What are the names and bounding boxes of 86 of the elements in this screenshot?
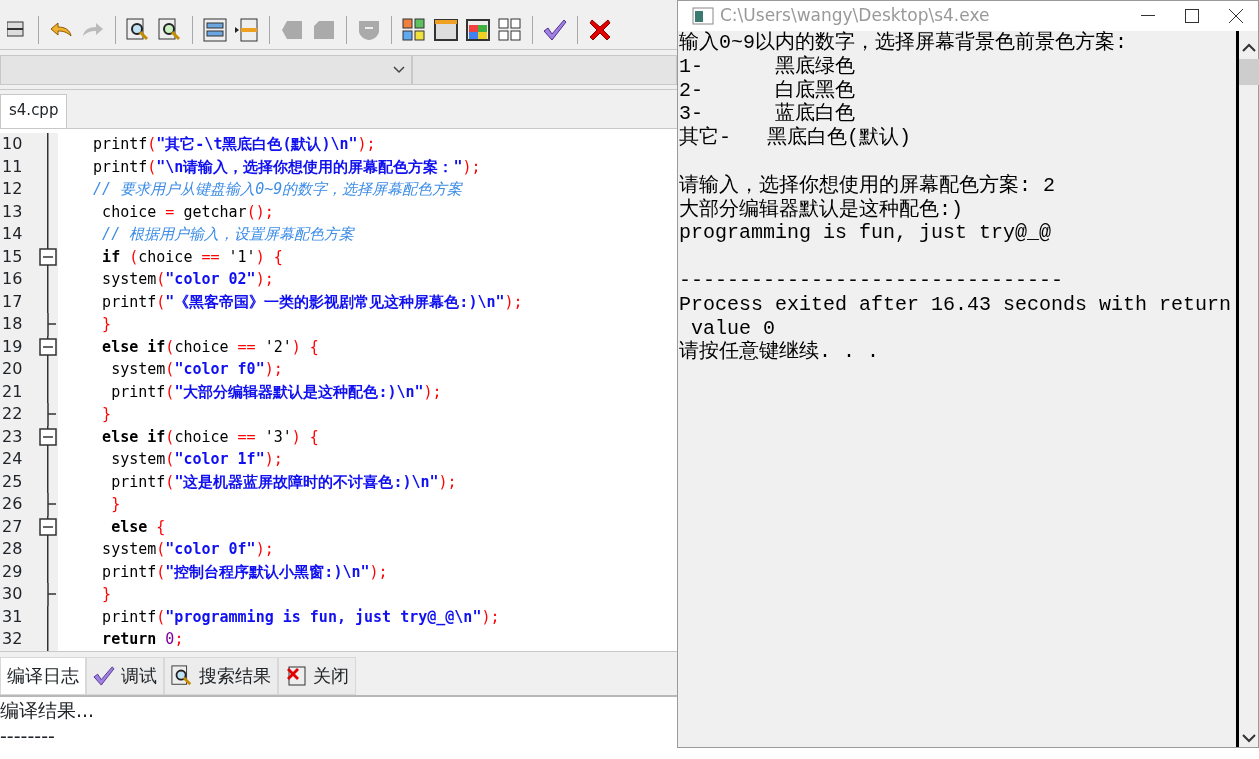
panel-tab[interactable]: 关闭 [313, 662, 349, 689]
fold-toggle-icon[interactable] [38, 515, 58, 538]
panel-tab[interactable]: 编译日志 [7, 662, 79, 689]
line-number: 14 [0, 223, 38, 246]
panel-icon[interactable] [201, 15, 229, 44]
code-line: else if(choice == '2') { [101, 336, 319, 358]
code-line: printf("大部分编辑器默认是这种配色:)\n"); [110, 381, 442, 403]
log-line: -------- [0, 723, 56, 749]
window-title: C:\Users\wangy\Desktop\s4.exe [720, 4, 991, 28]
line-number: 17 [0, 290, 38, 313]
fold-toggle-icon[interactable] [38, 335, 58, 358]
code-line: system("color f0"); [110, 359, 283, 380]
code-line: system("color 1f"); [110, 449, 283, 470]
line-number: 10 [0, 133, 38, 156]
dropdown-field[interactable] [412, 54, 677, 85]
console-line: value 0 [690, 316, 776, 340]
line-number: 11 [0, 155, 38, 178]
maximize-icon[interactable] [1185, 9, 1199, 23]
app-icon [692, 7, 714, 25]
code-line: } [110, 494, 121, 515]
line-number: 18 [0, 313, 38, 336]
line-number: 26 [0, 493, 38, 516]
line-number: 28 [0, 538, 38, 561]
caret-icon [393, 65, 405, 74]
code-line: else if(choice == '3') { [101, 426, 319, 448]
scrollbar-thumb[interactable] [1238, 59, 1259, 85]
code-line: printf("这是机器蓝屏故障时的不讨喜色:)\n"); [110, 471, 457, 493]
fold-toggle-icon[interactable] [38, 425, 58, 448]
console-line: -------------------------------- [679, 268, 1065, 293]
panel-tab[interactable]: 搜索结果 [199, 662, 271, 689]
line-number: 15 [0, 245, 38, 268]
console-line: 其它- 黑底白色(默认) [679, 126, 912, 150]
line-number: 32 [0, 628, 38, 651]
code-line: system("color 0f"); [101, 539, 274, 560]
dropdown-field[interactable] [0, 54, 412, 85]
line-number: 19 [0, 335, 38, 358]
code-line: else { [110, 516, 166, 538]
panel-icon[interactable] [233, 15, 261, 44]
code-line: // 要求用户从键盘输入0~9的数字，选择屏幕配色方案 [92, 179, 463, 200]
fold-toggle-icon[interactable] [38, 245, 58, 268]
line-number: 30 [0, 583, 38, 606]
scroll-up-icon[interactable] [1241, 43, 1256, 53]
console-line: 1- 黑底绿色 [679, 54, 856, 79]
line-number: 13 [0, 200, 38, 223]
code-line: } [101, 404, 112, 425]
line-number: 21 [0, 380, 38, 403]
console-line: 输入0~9以内的数字，选择屏幕背景色前景色方案: [679, 31, 1128, 55]
console-line: programming is fun, just try@_@ [679, 221, 1053, 246]
panel-tab[interactable]: 调试 [121, 662, 157, 689]
code-line: return 0; [101, 629, 184, 650]
code-line: choice = getchar(); [101, 201, 274, 223]
console-line: 3- 蓝底白色 [679, 102, 856, 126]
code-line: system("color 02"); [101, 269, 274, 290]
log-line: 编译结果... [0, 697, 96, 723]
console-line: 2- 白底黑色 [679, 78, 856, 102]
code-line: } [101, 314, 112, 335]
search-icon [171, 664, 193, 687]
line-number: 23 [0, 425, 38, 448]
console-line: 请输入，选择你想使用的屏幕配色方案: 2 [679, 173, 1056, 198]
code-line: printf("\n请输入，选择你想使用的屏幕配色方案："); [92, 156, 481, 178]
code-line: } [101, 584, 112, 605]
code-line: // 根据用户输入，设置屏幕配色方案 [101, 224, 355, 245]
line-number: 12 [0, 178, 38, 201]
code-line: if (choice == '1') { [101, 246, 283, 268]
console-line: Process exited after 16.43 seconds with return [679, 292, 1233, 317]
line-number: 29 [0, 560, 38, 583]
minimize-icon[interactable] [1141, 15, 1155, 17]
code-line: printf("programming is fun, just try@_@\n"); [101, 606, 500, 628]
close-icon[interactable] [1228, 8, 1244, 24]
line-number: 25 [0, 470, 38, 493]
scroll-down-icon[interactable] [1241, 733, 1256, 743]
code-line: printf("《黑客帝国》一类的影视剧常见这种屏幕色:)\n"); [101, 291, 523, 313]
line-number: 16 [0, 268, 38, 291]
line-number: 24 [0, 448, 38, 471]
code-line: printf("控制台程序默认小黑窗:)\n"); [101, 561, 388, 583]
code-line: printf("其它-\t黑底白色(默认)\n"); [92, 134, 376, 155]
console-line: 请按任意键继续. . . [679, 340, 880, 365]
line-number: 31 [0, 605, 38, 628]
line-number: 20 [0, 358, 38, 381]
close-icon [285, 664, 307, 687]
console-line: 大部分编辑器默认是这种配色:) [679, 197, 964, 222]
file-tab[interactable]: s4.cpp [0, 94, 68, 128]
check-icon [93, 665, 115, 686]
line-number: 27 [0, 515, 38, 538]
grid-icon[interactable] [400, 15, 428, 44]
line-number: 22 [0, 403, 38, 426]
